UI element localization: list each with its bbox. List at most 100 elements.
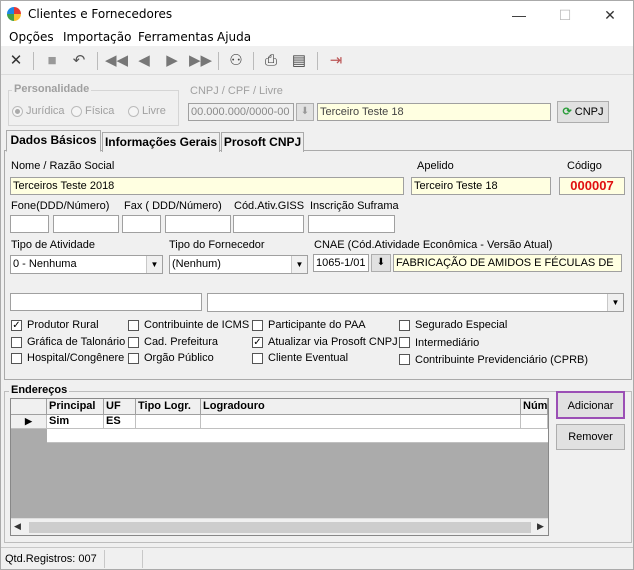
menu-bar: Opções Importação Ferramentas Ajuda [1,29,633,46]
fax-numero-field[interactable] [165,215,231,233]
radio-livre-label: Livre [142,105,166,117]
col-principal[interactable]: Principal [47,399,104,415]
chevron-down-icon: ▼ [291,256,307,273]
paa-checkbox[interactable] [252,320,263,331]
close-button[interactable]: ✕ [587,1,633,29]
minimize-button[interactable]: — [496,1,542,29]
remove-address-button[interactable]: Remover [556,424,625,450]
nome-label: Nome / Razão Social [11,160,115,172]
produtor-rural-label: Produtor Rural [27,319,99,331]
cliente-eventual-label: Cliente Eventual [268,352,349,364]
download-icon[interactable]: ⬇ [296,103,314,121]
stop-icon[interactable]: ■ [41,51,63,71]
cell-tipo-logr[interactable] [136,415,201,429]
fone-ddd-field[interactable] [10,215,49,233]
cnae-desc-field[interactable]: FABRICAÇÃO DE AMIDOS E FÉCULAS DE [393,254,622,272]
menu-ajuda[interactable]: Ajuda [217,30,251,44]
cell-principal[interactable]: Sim [47,415,104,429]
toolbar-separator [317,52,318,70]
next-record-icon[interactable]: ▶ [161,51,183,71]
icms-label: Contribuinte de ICMS [144,319,250,331]
first-record-icon[interactable]: ◀◀ [105,51,128,71]
cprb-label: Contribuinte Previdenciário (CPRB) [415,354,589,366]
cell-logradouro[interactable] [201,415,521,429]
scroll-left-icon[interactable]: ◀ [14,521,21,532]
menu-ferramentas[interactable]: Ferramentas [138,30,214,44]
segurado-checkbox[interactable] [399,320,410,331]
undo-icon[interactable]: ↶ [68,51,90,71]
exit-icon[interactable]: ⇥ [325,51,347,71]
main-window: Clientes e Fornecedores — ☐ ✕ Opções Imp… [0,0,634,570]
enderecos-grid[interactable]: Principal UF Tipo Logr. Logradouro Núme … [10,398,549,536]
add-address-button[interactable]: Adicionar [556,391,625,419]
intermediario-checkbox[interactable] [399,337,410,348]
menu-opcoes[interactable]: Opções [9,30,54,44]
tab-dados-basicos[interactable]: Dados Básicos [6,130,101,152]
maximize-button[interactable]: ☐ [542,1,588,29]
grafica-checkbox[interactable] [11,337,22,348]
orgao-publico-label: Orgão Público [144,352,214,364]
menu-importacao[interactable]: Importação [63,30,131,44]
cnpj-button[interactable]: ⟳ CNPJ [557,101,609,123]
new-row[interactable] [47,429,548,443]
horizontal-scrollbar[interactable]: ◀ ▶ [11,518,548,535]
prefeitura-checkbox[interactable] [128,337,139,348]
fax-ddd-field[interactable] [122,215,161,233]
prev-record-icon[interactable]: ◀ [133,51,155,71]
fornecedor-select[interactable]: (Nenhum) ▼ [169,255,308,274]
suframa-field[interactable] [308,215,395,233]
produtor-rural-checkbox[interactable]: ✓ [11,320,22,331]
scroll-right-icon[interactable]: ▶ [537,521,544,532]
nome-field[interactable]: Terceiros Teste 2018 [10,177,404,195]
enderecos-label: Endereços [9,384,70,396]
prefeitura-label: Cad. Prefeitura [144,336,218,348]
tab-prosoft-cnpj[interactable]: Prosoft CNPJ [221,132,304,152]
status-divider [104,550,105,568]
cell-numero[interactable] [521,415,548,429]
scroll-thumb[interactable] [29,522,531,533]
radio-fisica[interactable] [71,106,82,117]
cprb-checkbox[interactable] [399,354,410,365]
col-tipo-logr[interactable]: Tipo Logr. [136,399,201,415]
giss-field[interactable] [233,215,304,233]
title-bar: Clientes e Fornecedores — ☐ ✕ [1,1,633,29]
extra-field[interactable] [10,293,202,311]
window-title: Clientes e Fornecedores [28,7,173,21]
search-people-icon[interactable]: ⚇ [225,51,247,71]
col-logradouro[interactable]: Logradouro [201,399,521,415]
chevron-down-icon: ▼ [146,256,162,273]
col-numero[interactable]: Núme [521,399,548,415]
last-record-icon[interactable]: ▶▶ [189,51,212,71]
cell-uf[interactable]: ES [104,415,136,429]
radio-juridica[interactable] [12,106,23,117]
col-uf[interactable]: UF [104,399,136,415]
fornecedor-value: (Nenhum) [172,258,221,270]
icms-checkbox[interactable] [128,320,139,331]
cancel-icon[interactable]: ✕ [5,51,27,71]
radio-livre[interactable] [128,106,139,117]
fone-numero-field[interactable] [53,215,119,233]
cnpj-field[interactable]: 00.000.000/0000-00 [188,103,294,121]
status-bar: Qtd.Registros: 007 [1,547,633,569]
record-count: Qtd.Registros: 007 [5,553,97,565]
hospital-label: Hospital/Congênere [27,352,125,364]
refresh-icon: ⟳ [562,106,572,118]
cnae-code-field[interactable]: 1065-1/01 [313,254,369,272]
atividade-select[interactable]: 0 - Nenhuma ▼ [10,255,163,274]
apelido-label: Apelido [417,160,454,172]
print-icon[interactable]: ⎙ [260,51,282,71]
intermediario-label: Intermediário [415,337,480,349]
cliente-eventual-checkbox[interactable] [252,353,263,364]
apelido-field[interactable]: Terceiro Teste 18 [411,177,551,195]
cnae-download-icon[interactable]: ⬇ [371,254,391,272]
orgao-publico-checkbox[interactable] [128,353,139,364]
fone-label: Fone(DDD/Número) [11,200,110,212]
tab-informacoes-gerais[interactable]: Informações Gerais [102,132,220,152]
prosoft-checkbox[interactable]: ✓ [252,337,263,348]
cnpj-name-field[interactable]: Terceiro Teste 18 [317,103,551,121]
extra-select[interactable]: ▼ [207,293,624,312]
hospital-checkbox[interactable] [11,353,22,364]
chevron-down-icon: ▼ [607,294,623,311]
report-icon[interactable]: ▤ [288,51,310,71]
codigo-field[interactable]: 000007 [559,177,625,195]
